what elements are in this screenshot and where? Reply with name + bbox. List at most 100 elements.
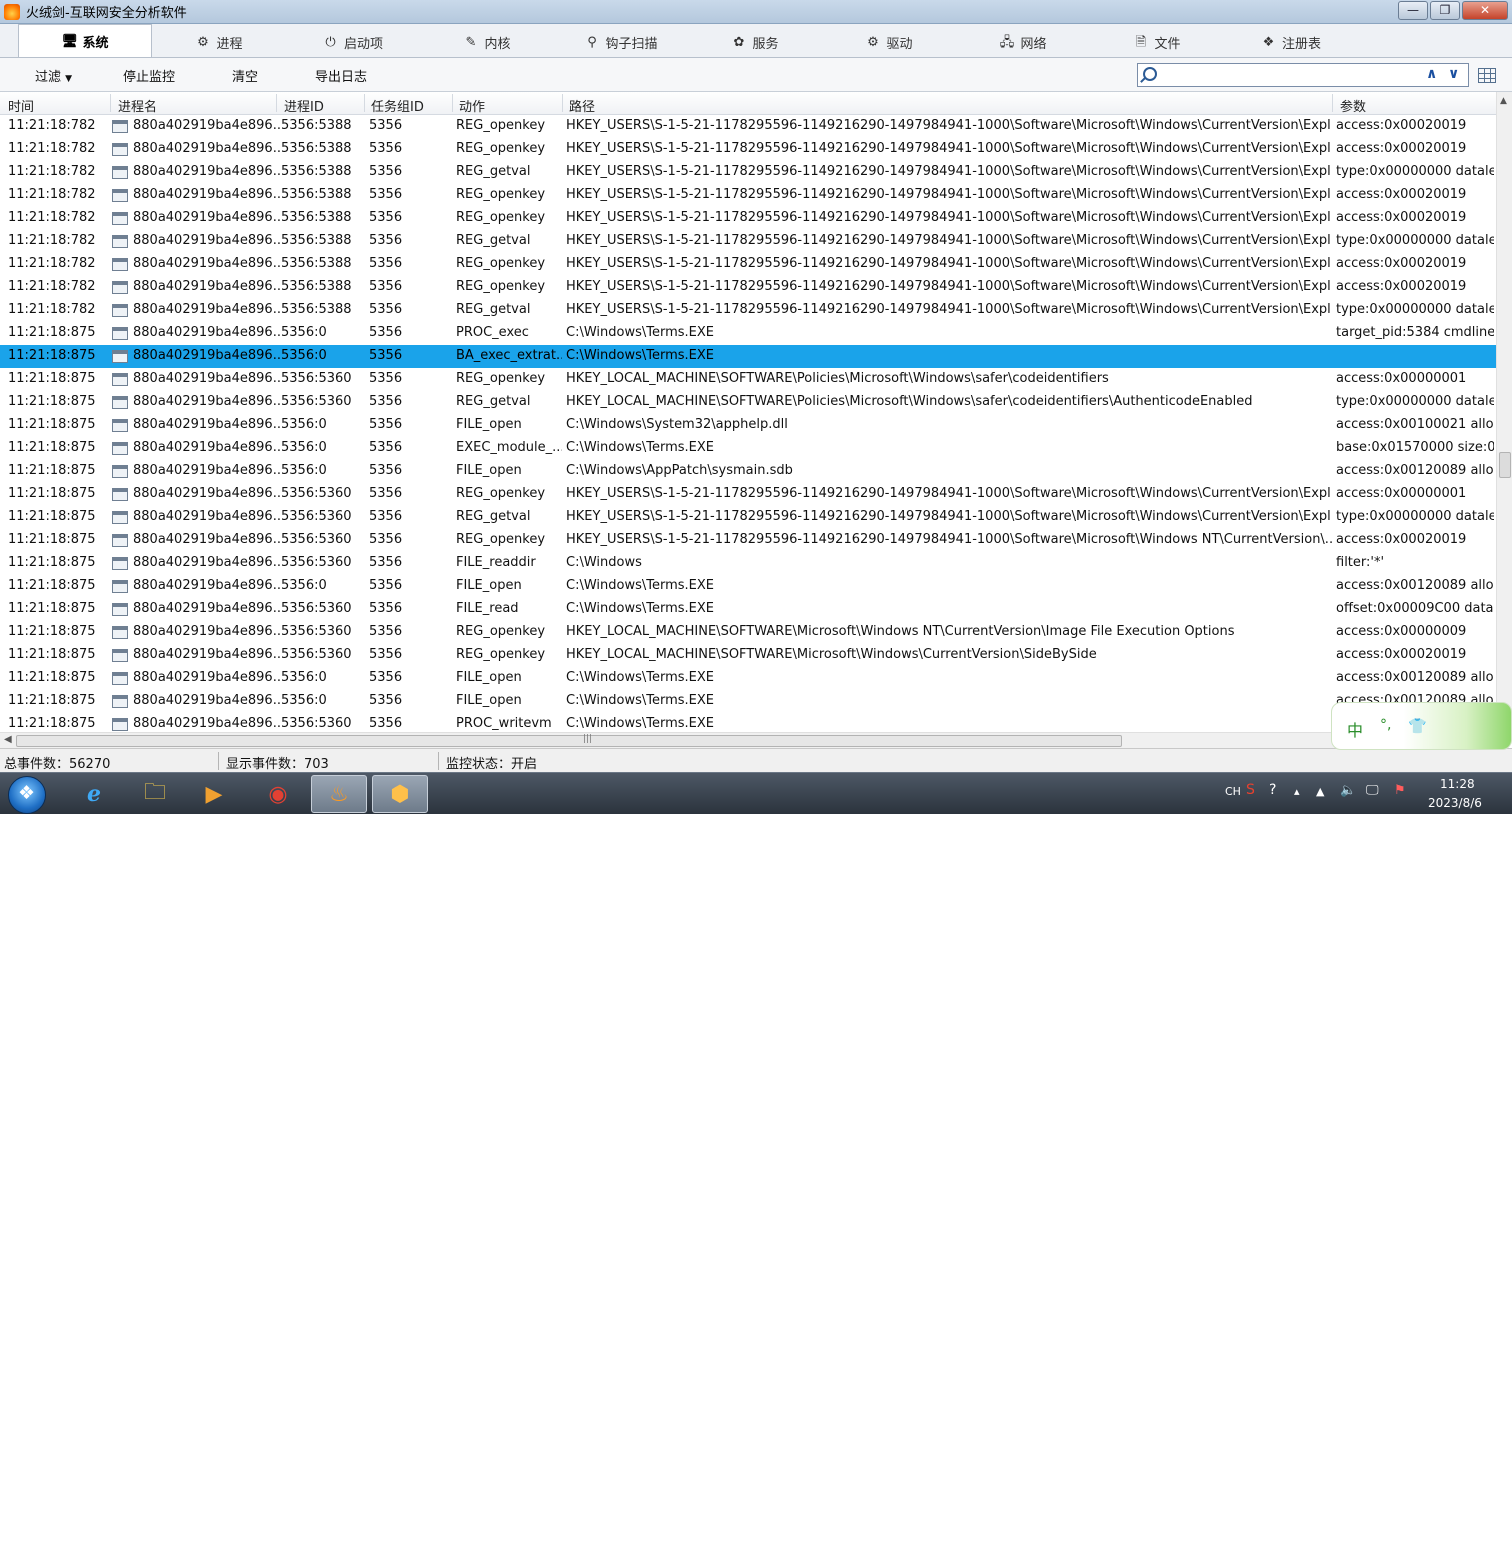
scroll-left-icon[interactable]: ◀ [4,734,12,745]
search-input[interactable] [1164,66,1424,84]
clock-time[interactable]: 11:28 [1440,777,1475,791]
table-row[interactable]: 11:21:18:875 880a402919ba4e896... 5356:0 53… [0,345,1496,368]
process-window-icon [112,120,128,133]
process-name-cell: 880a402919ba4e896... [133,532,281,547]
huorong-sword-taskbar-icon[interactable]: ⬢ [372,775,428,813]
tab-network[interactable]: 🖧 网络 [956,27,1090,57]
stop-monitor-button[interactable]: 停止监控 [123,66,175,85]
sogou-ime-icon[interactable]: S [1246,782,1255,798]
column-settings-icon[interactable] [1478,68,1496,83]
help-icon[interactable]: ? [1269,782,1276,798]
start-button[interactable] [8,776,46,814]
scroll-up-icon[interactable]: ▲ [1500,96,1507,106]
chrome-icon[interactable]: ◉ [250,775,306,813]
task-group-id-cell: 5356 [369,394,403,409]
internet-explorer-icon[interactable]: e [66,775,122,813]
table-row[interactable]: 11:21:18:875 880a402919ba4e896... 5356:0 53… [0,414,1496,437]
table-row[interactable]: 11:21:18:875 880a402919ba4e896... 5356:536… [0,598,1496,621]
time-cell: 11:21:18:782 [8,164,96,179]
windows-taskbar: e 🗀 ▶ ◉ ♨ ⬢ CH S ? ▴ ▲ 🔈 🖵 ⚑ 11:28 2023/… [0,772,1512,1562]
table-row[interactable]: 11:21:18:875 880a402919ba4e896... 5356:536… [0,713,1496,732]
table-row[interactable]: 11:21:18:875 880a402919ba4e896... 5356:536… [0,529,1496,552]
export-log-button[interactable]: 导出日志 [315,66,367,85]
table-row[interactable]: 11:21:18:782 880a402919ba4e896... 5356:538… [0,276,1496,299]
table-row[interactable]: 11:21:18:782 880a402919ba4e896... 5356:538… [0,253,1496,276]
table-row[interactable]: 11:21:18:782 880a402919ba4e896... 5356:538… [0,161,1496,184]
column-header-params[interactable]: 参数 [1340,96,1366,115]
column-header-process-name[interactable]: 进程名 [118,96,157,115]
table-row[interactable]: 11:21:18:875 880a402919ba4e896... 5356:536… [0,506,1496,529]
table-row[interactable]: 11:21:18:875 880a402919ba4e896... 5356:0 53… [0,575,1496,598]
table-row[interactable]: 11:21:18:875 880a402919ba4e896... 5356:536… [0,391,1496,414]
tab-file[interactable]: 🗎 文件 [1090,27,1224,57]
table-row[interactable]: 11:21:18:782 880a402919ba4e896... 5356:538… [0,184,1496,207]
column-header-time[interactable]: 时间 [8,96,34,115]
tray-language[interactable]: CH [1225,785,1241,798]
column-header-task-group-id[interactable]: 任务组ID [371,96,424,115]
ime-language-toggle[interactable]: 中 [1347,717,1363,741]
table-row[interactable]: 11:21:18:875 880a402919ba4e896... 5356:536… [0,621,1496,644]
show-hidden-icons[interactable]: ▲ [1316,785,1324,798]
tab-registry[interactable]: ❖ 注册表 [1224,27,1358,57]
tab-process[interactable]: ⚙ 进程 [152,27,286,57]
tab-system[interactable]: 🖥 系统 [18,24,152,57]
column-divider[interactable] [276,94,277,112]
table-row[interactable]: 11:21:18:782 880a402919ba4e896... 5356:538… [0,230,1496,253]
table-row[interactable]: 11:21:18:875 880a402919ba4e896... 5356:0 53… [0,437,1496,460]
path-cell: HKEY_USERS\S-1-5-21-1178295596-114921629… [566,233,1332,248]
table-row[interactable]: 11:21:18:782 880a402919ba4e896... 5356:538… [0,115,1496,138]
action-center-icon[interactable]: ⚑ [1394,783,1406,798]
close-button[interactable]: ✕ [1462,1,1508,20]
column-divider[interactable] [110,94,111,112]
service-icon: ✿ [733,34,745,50]
clear-button[interactable]: 清空 [232,66,258,85]
table-row[interactable]: 11:21:18:875 880a402919ba4e896... 5356:0 53… [0,460,1496,483]
column-header-process-id[interactable]: 进程ID [284,96,324,115]
search-box[interactable]: ∧ ∨ [1137,63,1469,87]
path-cell: C:\Windows\Terms.EXE [566,325,714,340]
table-row[interactable]: 11:21:18:782 880a402919ba4e896... 5356:538… [0,207,1496,230]
process-window-icon [112,189,128,202]
tab-driver[interactable]: ⚙ 驱动 [822,27,956,57]
table-row[interactable]: 11:21:18:875 880a402919ba4e896... 5356:0 53… [0,667,1496,690]
file-explorer-icon[interactable]: 🗀 [127,775,183,813]
tab-service[interactable]: ✿ 服务 [688,27,822,57]
ime-skin-icon[interactable]: 👕 [1408,717,1427,735]
process-name-cell: 880a402919ba4e896... [133,440,281,455]
column-divider[interactable] [452,94,453,112]
horizontal-scrollbar[interactable]: ◀ ||| [0,732,1496,748]
tab-startup[interactable]: ⏻ 启动项 [286,27,420,57]
table-row[interactable]: 11:21:18:875 880a402919ba4e896... 5356:0 53… [0,322,1496,345]
vertical-scroll-thumb[interactable] [1499,452,1511,478]
column-divider[interactable] [1332,94,1333,112]
search-prev-icon[interactable]: ∧ [1426,66,1437,82]
table-row[interactable]: 11:21:18:875 880a402919ba4e896... 5356:536… [0,368,1496,391]
table-row[interactable]: 11:21:18:875 880a402919ba4e896... 5356:536… [0,644,1496,667]
tray-expand-icon[interactable]: ▴ [1294,785,1300,798]
column-header-path[interactable]: 路径 [569,96,595,115]
clock-date[interactable]: 2023/8/6 [1428,796,1482,810]
filter-dropdown[interactable]: 过滤 ▼ [35,66,72,85]
tab-kernel[interactable]: ✎ 内核 [420,27,554,57]
table-row[interactable]: 11:21:18:782 880a402919ba4e896... 5356:538… [0,299,1496,322]
volume-icon[interactable]: 🔈 [1340,783,1356,798]
table-row[interactable]: 11:21:18:875 880a402919ba4e896... 5356:536… [0,552,1496,575]
ime-punctuation-toggle[interactable]: °, [1380,717,1391,733]
ime-toolbar[interactable]: 中 °, 👕 [1331,702,1512,750]
network-tray-icon[interactable]: 🖵 [1366,783,1379,798]
huorong-taskbar-icon[interactable]: ♨ [311,775,367,813]
maximize-button[interactable]: ❐ [1430,1,1460,20]
table-row[interactable]: 11:21:18:782 880a402919ba4e896... 5356:538… [0,138,1496,161]
path-cell: HKEY_USERS\S-1-5-21-1178295596-114921629… [566,164,1332,179]
tab-hook-scan[interactable]: ⚲ 钩子扫描 [554,27,688,57]
table-row[interactable]: 11:21:18:875 880a402919ba4e896... 5356:0 53… [0,690,1496,713]
column-divider[interactable] [562,94,563,112]
horizontal-scroll-thumb[interactable]: ||| [16,734,1122,747]
minimize-button[interactable]: — [1398,1,1428,20]
table-row[interactable]: 11:21:18:875 880a402919ba4e896... 5356:536… [0,483,1496,506]
column-header-action[interactable]: 动作 [459,96,485,115]
column-divider[interactable] [364,94,365,112]
media-player-icon[interactable]: ▶ [186,775,242,813]
vertical-scrollbar[interactable]: ▲ [1496,92,1512,732]
search-next-icon[interactable]: ∨ [1448,66,1459,82]
